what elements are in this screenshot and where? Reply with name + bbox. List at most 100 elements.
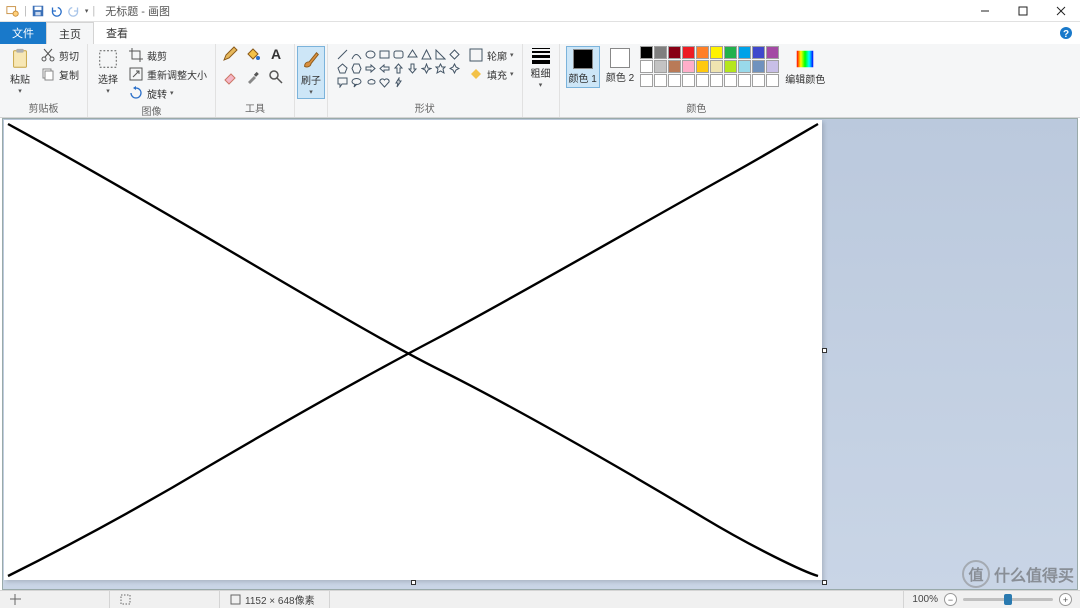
palette-color-25[interactable] <box>710 74 723 87</box>
shape-pentagon-icon[interactable] <box>336 62 348 74</box>
minimize-button[interactable] <box>966 0 1004 22</box>
redo-icon[interactable] <box>67 4 81 18</box>
canvas-workarea[interactable] <box>2 118 1078 590</box>
close-button[interactable] <box>1042 0 1080 22</box>
zoom-thumb[interactable] <box>1004 594 1012 605</box>
palette-color-11[interactable] <box>654 60 667 73</box>
resize-handle-bottom[interactable] <box>411 580 416 585</box>
size-icon <box>532 48 550 64</box>
palette-color-7[interactable] <box>738 46 751 59</box>
shape-larrow-icon[interactable] <box>378 62 390 74</box>
brush-button[interactable]: 刷子▾ <box>297 46 325 99</box>
picker-tool-icon[interactable] <box>245 69 265 89</box>
paste-button[interactable]: 粘贴▾ <box>6 46 34 97</box>
eraser-tool-icon[interactable] <box>222 69 242 89</box>
shape-5star-icon[interactable] <box>434 62 446 74</box>
shape-4star-icon[interactable] <box>420 62 432 74</box>
shape-curve-icon[interactable] <box>350 48 362 60</box>
resize-icon <box>128 66 144 82</box>
select-button[interactable]: 选择▾ <box>94 46 122 97</box>
palette-color-13[interactable] <box>682 60 695 73</box>
color1-button[interactable]: 颜色 1 <box>566 46 600 88</box>
palette-color-5[interactable] <box>710 46 723 59</box>
shape-outline-button[interactable]: 轮廓 ▾ <box>466 46 516 64</box>
maximize-button[interactable] <box>1004 0 1042 22</box>
shape-polygon-icon[interactable] <box>406 48 418 60</box>
resize-button[interactable]: 重新调整大小 <box>126 65 209 83</box>
zoom-slider[interactable] <box>963 598 1053 601</box>
palette-color-22[interactable] <box>668 74 681 87</box>
palette-color-4[interactable] <box>696 46 709 59</box>
shape-hexagon-icon[interactable] <box>350 62 362 74</box>
shape-rarrow-icon[interactable] <box>364 62 376 74</box>
palette-color-21[interactable] <box>654 74 667 87</box>
shape-diamond-icon[interactable] <box>448 48 460 60</box>
palette-color-24[interactable] <box>696 74 709 87</box>
status-bar: 1152 × 648像素 100% − + <box>0 590 1080 608</box>
undo-icon[interactable] <box>49 4 63 18</box>
magnifier-tool-icon[interactable] <box>268 69 288 89</box>
palette-color-18[interactable] <box>752 60 765 73</box>
shape-uarrow-icon[interactable] <box>392 62 404 74</box>
shape-6star-icon[interactable] <box>448 62 460 74</box>
tab-view[interactable]: 查看 <box>94 22 140 44</box>
palette-color-17[interactable] <box>738 60 751 73</box>
palette-color-19[interactable] <box>766 60 779 73</box>
shape-triangle-icon[interactable] <box>420 48 432 60</box>
palette-color-2[interactable] <box>668 46 681 59</box>
palette-color-3[interactable] <box>682 46 695 59</box>
pencil-tool-icon[interactable] <box>222 46 242 66</box>
tab-file[interactable]: 文件 <box>0 22 46 44</box>
group-clipboard: 粘贴▾ 剪切 复制 剪贴板 <box>0 44 88 117</box>
zoom-in-button[interactable]: + <box>1059 593 1072 606</box>
palette-color-12[interactable] <box>668 60 681 73</box>
palette-color-26[interactable] <box>724 74 737 87</box>
text-tool-icon[interactable]: A <box>268 46 288 66</box>
palette-color-9[interactable] <box>766 46 779 59</box>
cut-button[interactable]: 剪切 <box>38 46 81 64</box>
palette-color-28[interactable] <box>752 74 765 87</box>
dimensions-icon <box>230 594 241 605</box>
palette-color-10[interactable] <box>640 60 653 73</box>
palette-color-29[interactable] <box>766 74 779 87</box>
color2-button[interactable]: 颜色 2 <box>604 46 636 86</box>
shape-rtriangle-icon[interactable] <box>434 48 446 60</box>
qat-dropdown-icon[interactable]: ▾ <box>85 7 89 15</box>
rotate-button[interactable]: 旋转 ▾ <box>126 84 209 102</box>
resize-handle-right[interactable] <box>822 348 827 353</box>
group-size: 粗细▾ <box>523 44 560 117</box>
shape-rect-icon[interactable] <box>378 48 390 60</box>
shape-roundrect-icon[interactable] <box>392 48 404 60</box>
shape-heart-icon[interactable] <box>378 76 390 88</box>
shape-callout-rect-icon[interactable] <box>336 76 348 88</box>
help-icon[interactable]: ? <box>1058 22 1080 44</box>
palette-color-27[interactable] <box>738 74 751 87</box>
edit-colors-button[interactable]: 编辑颜色 <box>783 46 827 88</box>
crop-button[interactable]: 裁剪 <box>126 46 209 64</box>
shape-callout-cloud-icon[interactable] <box>364 76 376 88</box>
palette-color-15[interactable] <box>710 60 723 73</box>
shape-darrow-icon[interactable] <box>406 62 418 74</box>
save-icon[interactable] <box>31 4 45 18</box>
shape-line-icon[interactable] <box>336 48 348 60</box>
shape-fill-button[interactable]: 填充 ▾ <box>466 65 516 83</box>
resize-handle-corner[interactable] <box>822 580 827 585</box>
size-button[interactable]: 粗细▾ <box>527 46 555 91</box>
fill-tool-icon[interactable] <box>245 46 265 66</box>
palette-color-1[interactable] <box>654 46 667 59</box>
palette-color-16[interactable] <box>724 60 737 73</box>
shapes-gallery[interactable] <box>334 46 462 90</box>
palette-color-14[interactable] <box>696 60 709 73</box>
palette-color-20[interactable] <box>640 74 653 87</box>
palette-color-6[interactable] <box>724 46 737 59</box>
shape-lightning-icon[interactable] <box>392 76 404 88</box>
palette-color-23[interactable] <box>682 74 695 87</box>
tab-home[interactable]: 主页 <box>46 22 94 44</box>
palette-color-0[interactable] <box>640 46 653 59</box>
shape-oval-icon[interactable] <box>364 48 376 60</box>
shape-callout-oval-icon[interactable] <box>350 76 362 88</box>
copy-button[interactable]: 复制 <box>38 65 81 83</box>
canvas[interactable] <box>4 120 822 580</box>
zoom-out-button[interactable]: − <box>944 593 957 606</box>
palette-color-8[interactable] <box>752 46 765 59</box>
